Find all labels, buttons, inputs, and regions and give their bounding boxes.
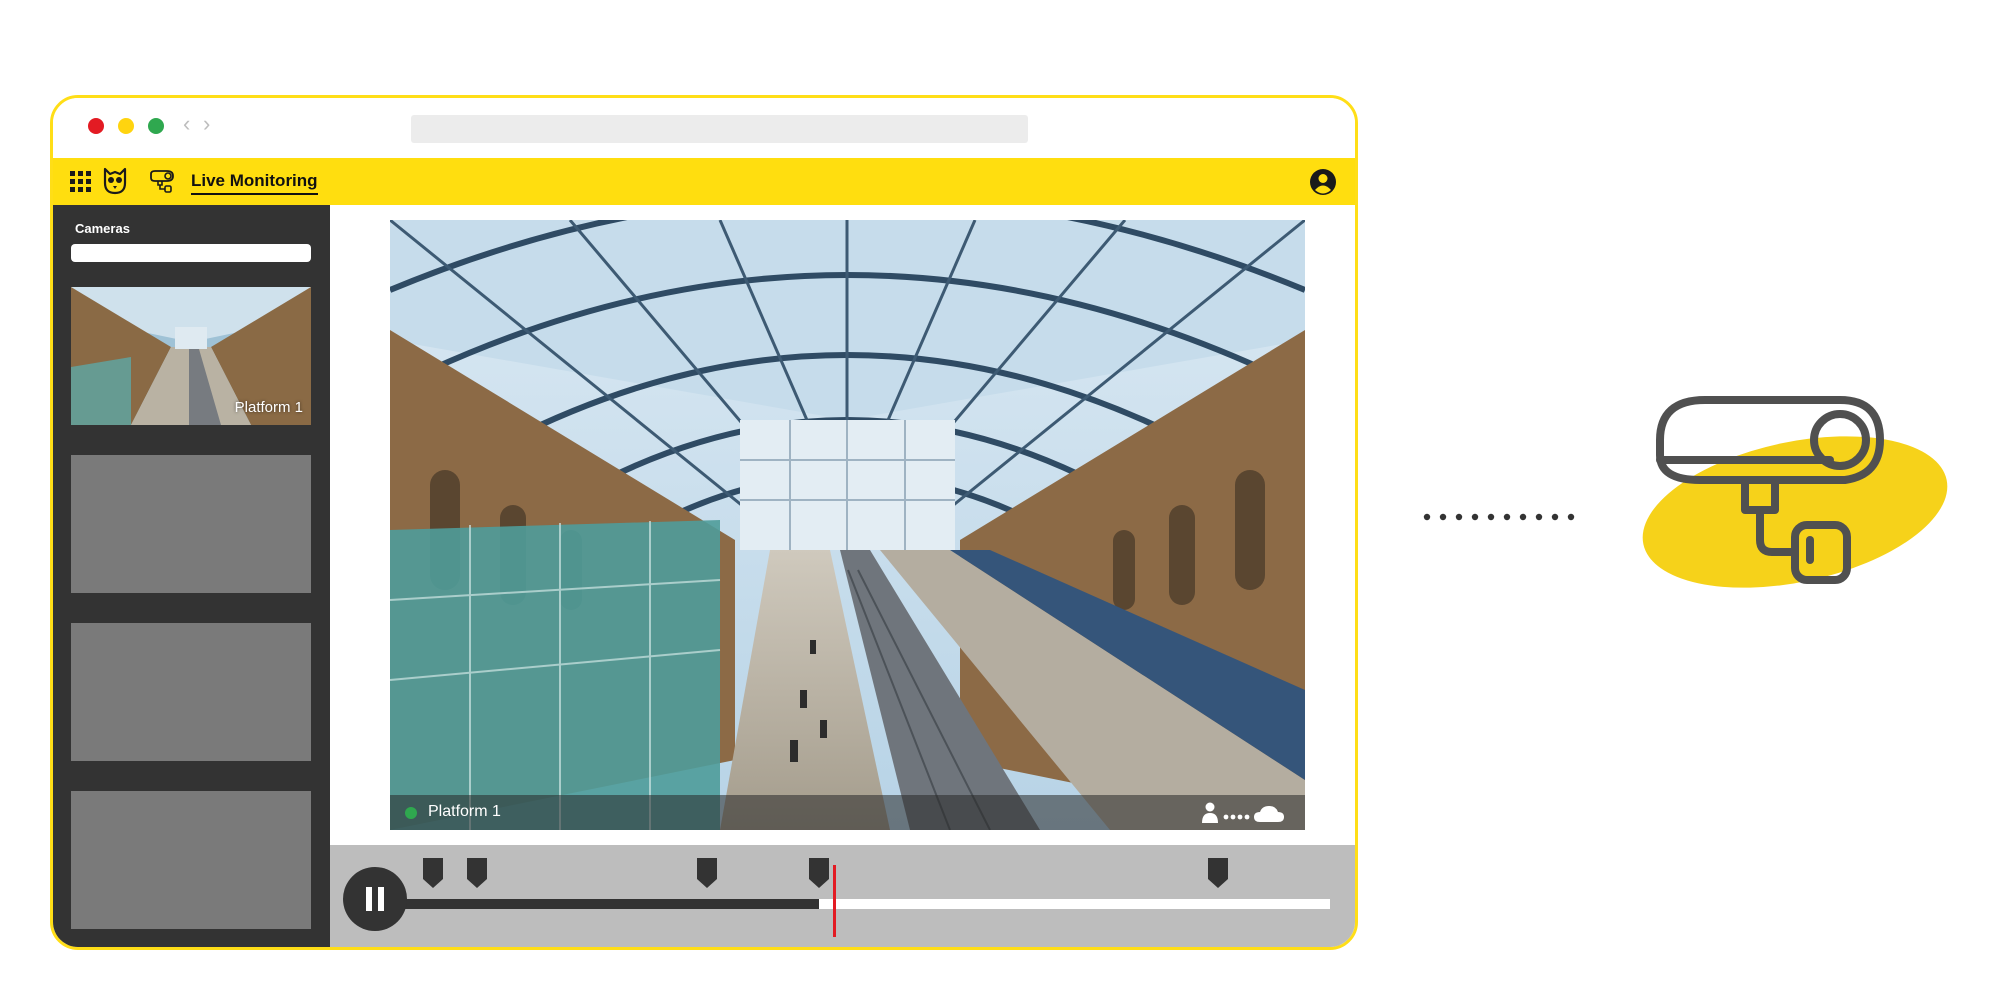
back-arrow-icon[interactable]: ‹: [183, 109, 190, 139]
app-title-live-monitoring[interactable]: Live Monitoring: [191, 171, 318, 195]
forward-arrow-icon[interactable]: ›: [203, 109, 210, 139]
person-icon: [1202, 802, 1218, 823]
timeline-event-marker-2[interactable]: [466, 857, 488, 889]
browser-titlebar: ‹ ›: [53, 98, 1355, 158]
pause-button[interactable]: [343, 867, 407, 931]
timeline-event-marker-5[interactable]: [1207, 857, 1229, 889]
browser-window: ‹ › Live Monitoring Cameras Platform 1 P…: [50, 95, 1358, 950]
app-bar: Live Monitoring: [53, 158, 1355, 205]
timeline-event-marker-3[interactable]: [696, 857, 718, 889]
cloud-icon: [1254, 806, 1284, 822]
playback-timeline: [330, 845, 1355, 947]
camera-thumbnail-4[interactable]: [71, 791, 311, 929]
signal-dots-icon: [1223, 814, 1250, 820]
camera-thumbnail-platform-1[interactable]: Platform 1: [71, 287, 311, 425]
timeline-progress-fill: [400, 899, 819, 909]
security-camera-illustration-icon: [1642, 396, 1948, 588]
camera-thumbnail-3[interactable]: [71, 623, 311, 761]
apps-grid-icon[interactable]: [70, 171, 91, 192]
address-bar[interactable]: [411, 115, 1028, 143]
camera-search-input[interactable]: [71, 244, 311, 262]
timeline-event-marker-1[interactable]: [422, 857, 444, 889]
video-info-bar: Platform 1: [390, 795, 1305, 830]
camera-thumbnail-2[interactable]: [71, 455, 311, 593]
user-account-icon[interactable]: [1309, 168, 1337, 196]
security-camera-icon[interactable]: [148, 169, 176, 195]
maximize-window-button[interactable]: [148, 118, 164, 134]
camera-sidebar: Cameras Platform 1: [53, 205, 330, 947]
live-video-feed[interactable]: Platform 1: [390, 220, 1305, 830]
timeline-event-marker-4[interactable]: [808, 857, 830, 889]
timeline-playhead[interactable]: [833, 865, 837, 937]
timeline-track[interactable]: [400, 899, 1330, 909]
camera-thumbnail-label: Platform 1: [234, 399, 303, 416]
video-panel: Platform 1: [330, 205, 1355, 845]
live-status-indicator: [405, 807, 417, 819]
sidebar-heading: Cameras: [75, 221, 130, 236]
video-status-icons: [1202, 802, 1284, 823]
video-camera-label: Platform 1: [428, 803, 501, 820]
owl-logo-icon[interactable]: [103, 167, 127, 195]
station-camera-image: [390, 220, 1305, 830]
dotted-connector: [1423, 513, 1575, 521]
minimize-window-button[interactable]: [118, 118, 134, 134]
close-window-button[interactable]: [88, 118, 104, 134]
pause-icon: [366, 887, 384, 911]
